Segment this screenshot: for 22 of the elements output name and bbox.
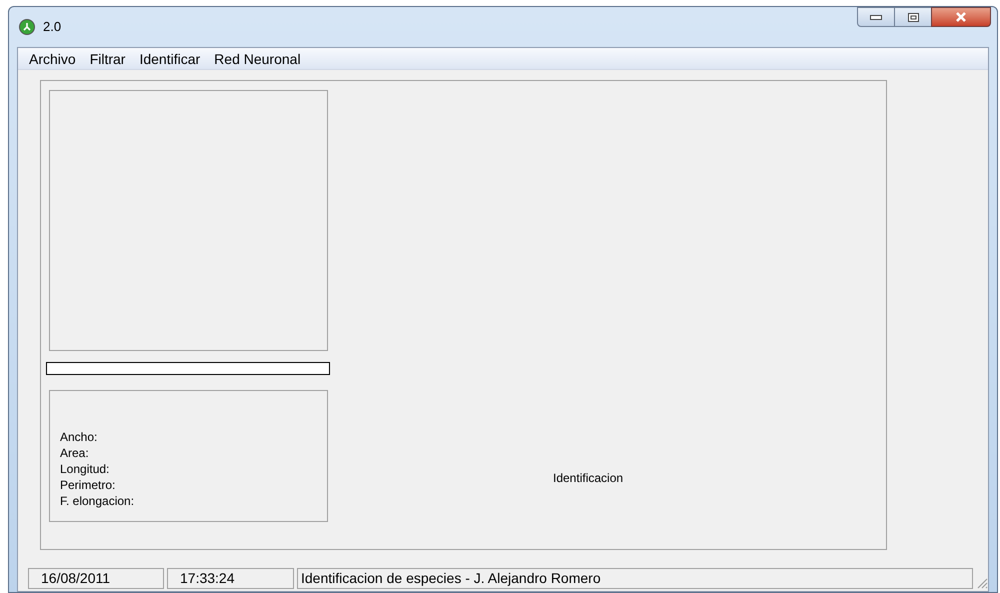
menu-item[interactable]: Identificar: [134, 50, 206, 68]
measurement-label: Perimetro:: [60, 477, 116, 493]
close-icon: [955, 12, 967, 22]
measurement-label: Ancho:: [60, 429, 98, 445]
minimize-button[interactable]: [857, 7, 895, 27]
maximize-button[interactable]: [895, 7, 931, 27]
measurement-label: F. elongacion:: [60, 493, 136, 509]
status-time: 17:33:24: [167, 568, 294, 589]
measurement-label: Area:: [60, 445, 90, 461]
menu-item[interactable]: Red Neuronal: [209, 50, 306, 68]
measurement-label: Longitud:: [60, 461, 110, 477]
close-button[interactable]: [931, 7, 991, 27]
maximize-icon: [908, 12, 918, 22]
status-date: 16/08/2011: [28, 568, 164, 589]
menu-item[interactable]: Archivo: [24, 50, 81, 68]
identification-label: Identificacion: [553, 470, 624, 487]
resize-grip-icon: [976, 577, 988, 589]
status-text: Identificacion de especies - J. Alejandro Romero: [297, 568, 973, 589]
menu-item[interactable]: Filtrar: [84, 50, 130, 68]
minimize-icon: [870, 14, 882, 20]
window-title: 2.0: [43, 18, 62, 36]
app-icon: [19, 19, 35, 35]
